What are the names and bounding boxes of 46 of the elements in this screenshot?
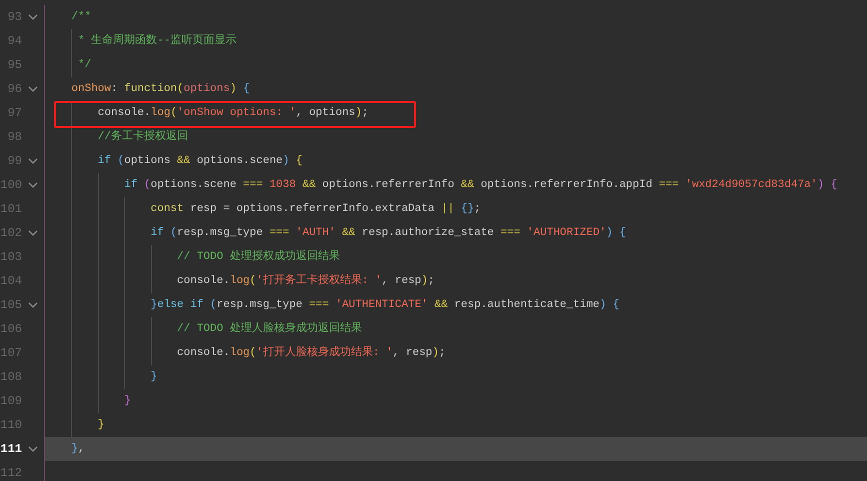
fold-chevron-icon[interactable] [28, 230, 38, 236]
line-number: 96 [6, 81, 22, 98]
line-number: 98 [6, 129, 22, 146]
code-text: if (options && options.scene) { [96, 154, 302, 169]
line-number: 101 [0, 201, 22, 218]
line-number: 99 [6, 153, 22, 170]
code-text: }else if (resp.msg_type === 'AUTHENTICATE' && resp.authenticate_time) { [150, 298, 620, 313]
code-text: if (resp.msg_type === 'AUTH' && resp.authorize_state === 'AUTHORIZED') { [150, 226, 626, 241]
line-number: 100 [0, 177, 22, 194]
fold-chevron-icon[interactable] [28, 86, 38, 92]
line-number: 102 [0, 225, 22, 242]
line-number: 104 [0, 273, 22, 290]
code-text: } [150, 370, 158, 385]
code-text: if (options.scene === 1038 && options.referrerInfo && options.referrerInfo.appId === 'wxd24d9057cd83d47a') { [123, 178, 838, 193]
fold-chevron-icon[interactable] [28, 302, 38, 308]
line-number: 110 [0, 417, 22, 434]
code-text: console.log('打开务工卡授权结果: ', resp); [176, 273, 434, 289]
code-text: console.log('打开人脸核身成功结果: ', resp); [176, 345, 446, 361]
line-number: 93 [6, 9, 22, 26]
line-number: 94 [6, 33, 22, 50]
code-text: } [123, 394, 131, 409]
code-text: // TODO 处理授权成功返回结果 [176, 249, 340, 265]
fold-chevron-icon[interactable] [28, 158, 38, 164]
fold-chevron-icon[interactable] [28, 446, 38, 452]
line-number: 97 [6, 105, 22, 122]
code-text: onShow: function(options) { [70, 82, 250, 97]
line-number: 105 [0, 297, 22, 314]
code-text: console.log('onShow options: ', options); [96, 106, 369, 121]
line-number: 108 [0, 369, 22, 386]
fold-chevron-icon[interactable] [28, 182, 38, 188]
line-number: 106 [0, 321, 22, 338]
line-number: 103 [0, 249, 22, 266]
fold-chevron-icon[interactable] [28, 14, 38, 20]
line-number: 95 [6, 57, 22, 74]
line-number: 111 [0, 441, 22, 458]
line-number: 107 [0, 345, 22, 362]
code-text: } [96, 418, 104, 433]
line-number: 112 [0, 465, 22, 481]
code-text: * 生命周期函数--监听页面显示 [77, 33, 236, 49]
code-text: const resp = options.referrerInfo.extraData || {}; [150, 202, 481, 217]
code-text: }, [70, 442, 85, 457]
code-text: /** [70, 10, 92, 25]
code-text: // TODO 处理人脸核身成功返回结果 [176, 321, 362, 337]
code-text: //务工卡授权返回 [96, 129, 188, 145]
code-text: */ [77, 58, 92, 73]
line-number: 109 [0, 393, 22, 410]
